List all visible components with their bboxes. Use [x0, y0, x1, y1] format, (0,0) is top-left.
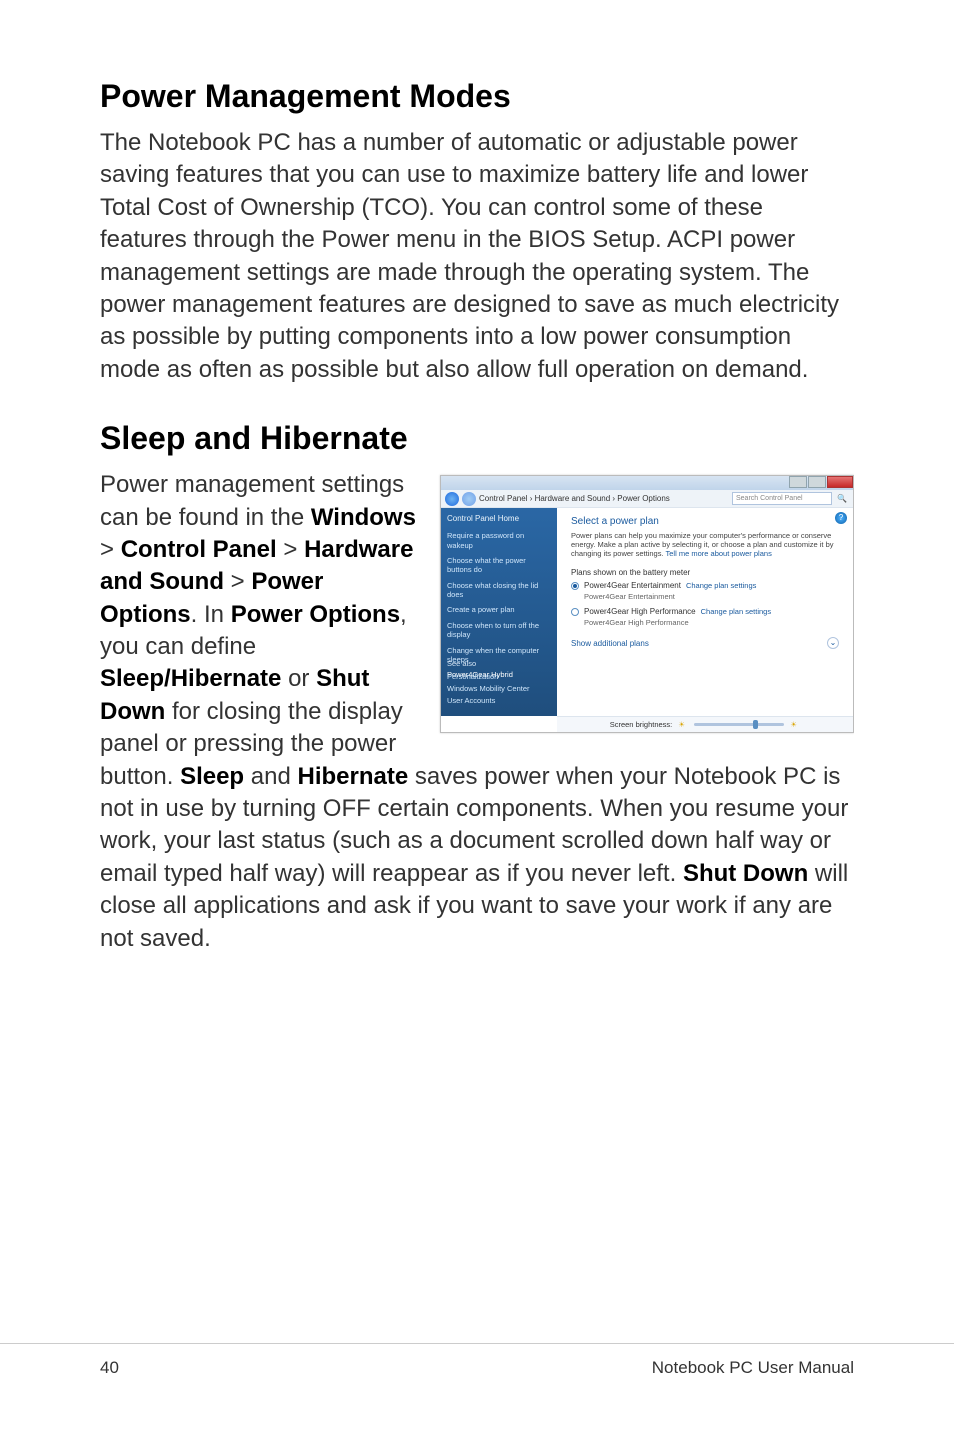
panel-description: Power plans can help you maximize your c…: [571, 531, 839, 558]
tell-me-more-link[interactable]: Tell me more about power plans: [666, 549, 772, 558]
sidebar-link[interactable]: Create a power plan: [447, 605, 551, 614]
sidebar-link[interactable]: Choose when to turn off the display: [447, 621, 551, 640]
plan-option-2[interactable]: Power4Gear High Performance Change plan …: [571, 607, 839, 616]
address-bar: Control Panel › Hardware and Sound › Pow…: [441, 490, 853, 508]
heading-sleep-hibernate: Sleep and Hibernate: [100, 420, 854, 457]
plan-name: Power4Gear High Performance: [584, 607, 696, 616]
brightness-slider[interactable]: [694, 723, 784, 726]
help-icon[interactable]: ?: [835, 512, 847, 524]
sidebar: Control Panel Home Require a password on…: [441, 508, 557, 716]
change-plan-link[interactable]: Change plan settings: [686, 581, 756, 590]
sun-icon: ☀: [790, 720, 800, 730]
fieldset-label: Plans shown on the battery meter: [571, 568, 839, 577]
show-add-label: Show additional plans: [571, 639, 649, 648]
sidebar-link[interactable]: Choose what closing the lid does: [447, 581, 551, 600]
page-footer: 40 Notebook PC User Manual: [0, 1343, 954, 1378]
paragraph-power-mgmt: The Notebook PC has a number of automati…: [100, 127, 854, 386]
sidebar-link[interactable]: Choose what the power buttons do: [447, 556, 551, 575]
plan-subtitle: Power4Gear Entertainment: [584, 592, 839, 601]
plan-name: Power4Gear Entertainment: [584, 581, 681, 590]
plan-option-1[interactable]: Power4Gear Entertainment Change plan set…: [571, 581, 839, 590]
radio-icon[interactable]: [571, 582, 579, 590]
back-icon[interactable]: [445, 492, 459, 506]
sun-icon: ☀: [678, 720, 688, 730]
panel-heading: Select a power plan: [571, 516, 839, 527]
page-number: 40: [100, 1354, 119, 1378]
sidebar-bottom-link[interactable]: Personalization: [447, 672, 551, 681]
manual-title: Notebook PC User Manual: [652, 1354, 854, 1378]
change-plan-link[interactable]: Change plan settings: [701, 607, 771, 616]
see-also-label: See also: [447, 659, 551, 668]
chevron-down-icon[interactable]: ⌄: [827, 637, 839, 649]
sidebar-bottom-link[interactable]: Windows Mobility Center: [447, 684, 551, 693]
sidebar-bottom-link[interactable]: User Accounts: [447, 696, 551, 705]
sidebar-home[interactable]: Control Panel Home: [447, 514, 551, 523]
show-additional-plans[interactable]: Show additional plans ⌄: [571, 637, 839, 649]
plan-subtitle: Power4Gear High Performance: [584, 618, 839, 627]
maximize-button[interactable]: [789, 476, 807, 488]
radio-icon[interactable]: [571, 608, 579, 616]
minimize-button[interactable]: [808, 476, 826, 488]
window-titlebar: [441, 476, 853, 490]
search-icon[interactable]: 🔍: [835, 492, 849, 506]
brightness-footer: Screen brightness: ☀ ☀: [557, 716, 853, 732]
search-input[interactable]: Search Control Panel: [732, 492, 832, 505]
sidebar-link[interactable]: Require a password on wakeup: [447, 531, 551, 550]
breadcrumb[interactable]: Control Panel › Hardware and Sound › Pow…: [479, 494, 729, 503]
main-panel: ? Select a power plan Power plans can he…: [557, 508, 853, 716]
forward-icon[interactable]: [462, 492, 476, 506]
heading-power-mgmt: Power Management Modes: [100, 78, 854, 115]
power-options-screenshot: Control Panel › Hardware and Sound › Pow…: [440, 475, 854, 733]
brightness-label: Screen brightness:: [610, 720, 673, 729]
close-button[interactable]: [827, 476, 853, 488]
